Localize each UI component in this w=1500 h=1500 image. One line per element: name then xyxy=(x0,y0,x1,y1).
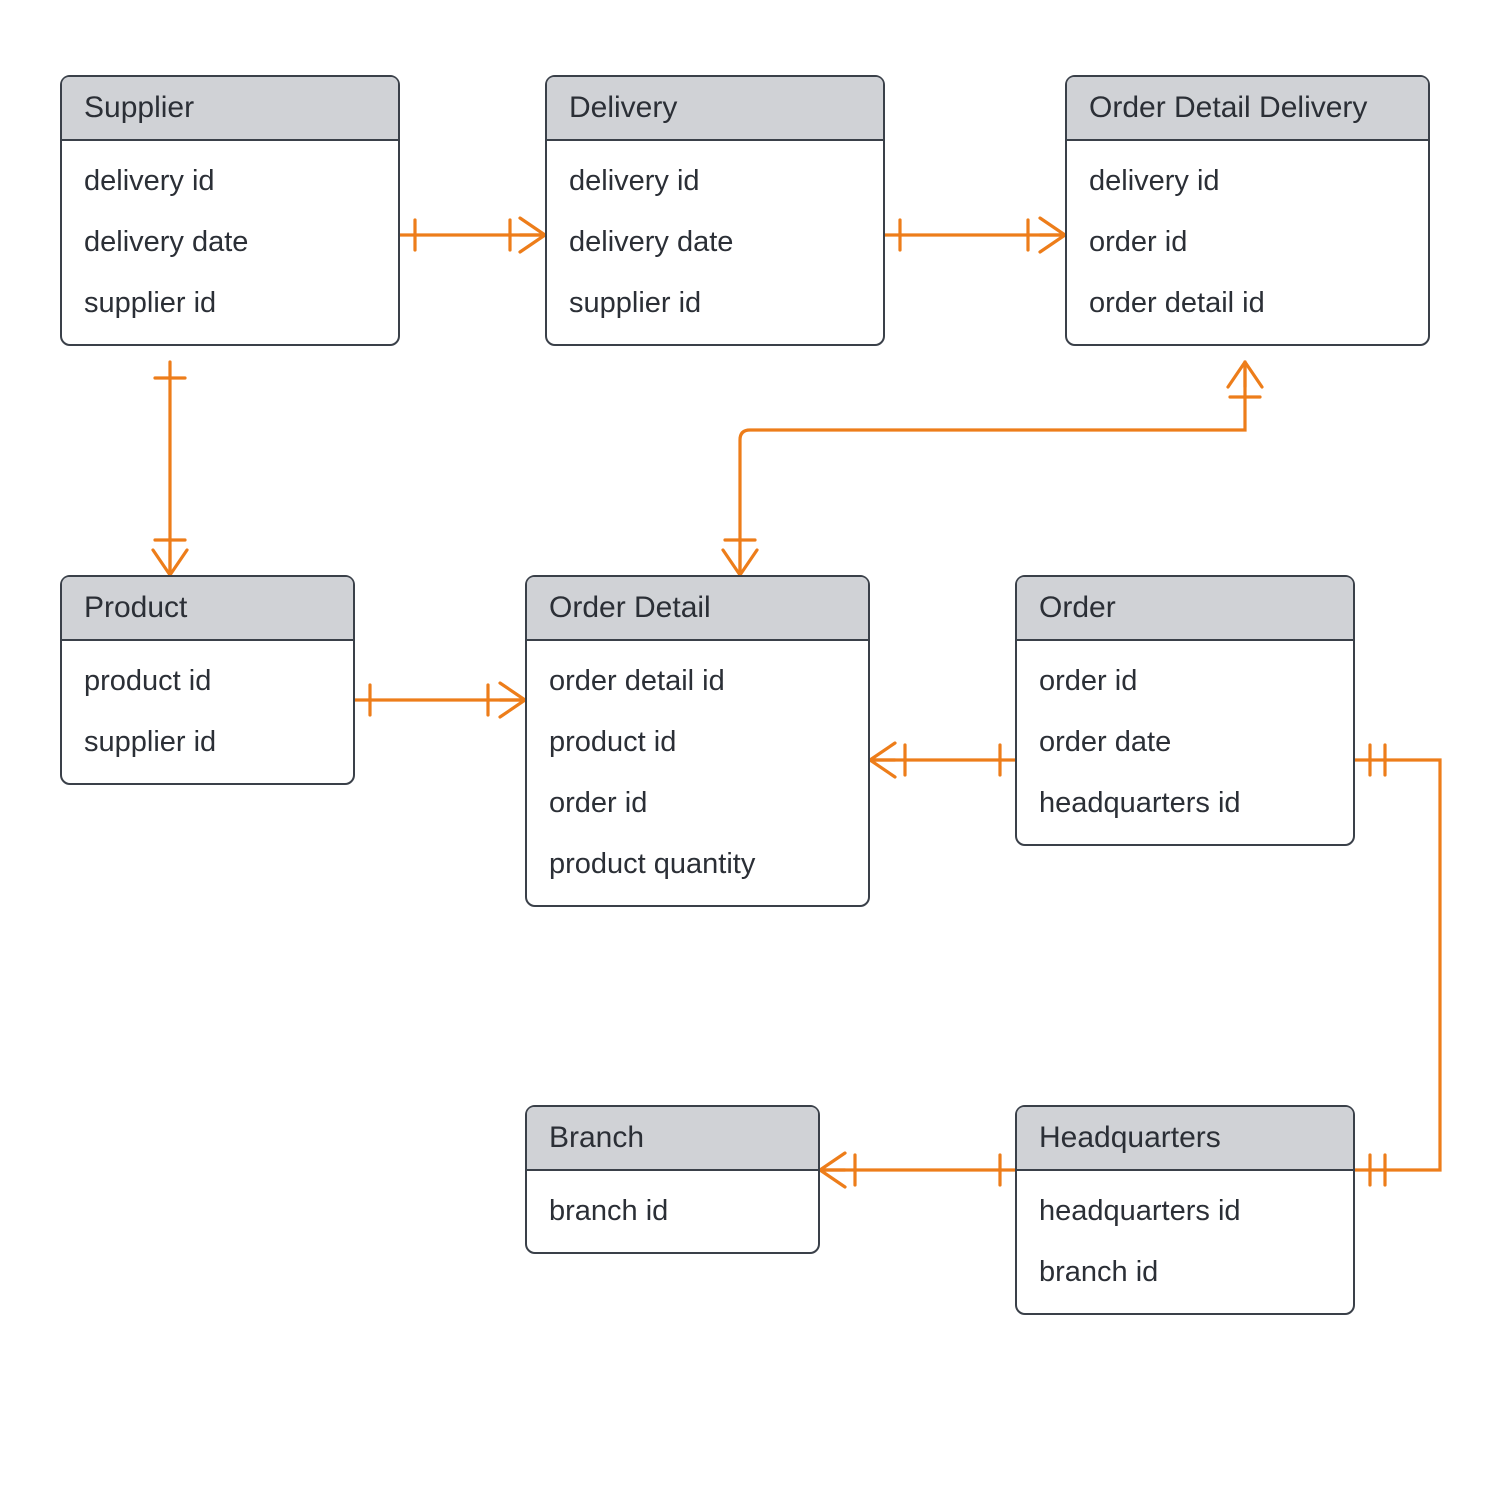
attr: supplier id xyxy=(62,273,398,334)
entity-attrs: headquarters id branch id xyxy=(1017,1171,1353,1313)
entity-title: Headquarters xyxy=(1017,1107,1353,1171)
entity-attrs: delivery id delivery date supplier id xyxy=(62,141,398,344)
entity-attrs: order detail id product id order id prod… xyxy=(527,641,868,905)
entity-branch[interactable]: Branch branch id xyxy=(525,1105,820,1254)
entity-title: Supplier xyxy=(62,77,398,141)
attr: order id xyxy=(1017,651,1353,712)
entity-title: Delivery xyxy=(547,77,883,141)
attr: delivery id xyxy=(1067,151,1428,212)
entity-headquarters[interactable]: Headquarters headquarters id branch id xyxy=(1015,1105,1355,1315)
er-diagram: Supplier delivery id delivery date suppl… xyxy=(0,0,1500,1500)
attr: product id xyxy=(62,651,353,712)
entity-supplier[interactable]: Supplier delivery id delivery date suppl… xyxy=(60,75,400,346)
entity-attrs: delivery id order id order detail id xyxy=(1067,141,1428,344)
attr: supplier id xyxy=(547,273,883,334)
attr: order detail id xyxy=(1067,273,1428,334)
attr: delivery date xyxy=(62,212,398,273)
attr: order id xyxy=(1067,212,1428,273)
attr: delivery id xyxy=(547,151,883,212)
entity-title: Order xyxy=(1017,577,1353,641)
entity-product[interactable]: Product product id supplier id xyxy=(60,575,355,785)
entity-attrs: product id supplier id xyxy=(62,641,353,783)
entity-attrs: delivery id delivery date supplier id xyxy=(547,141,883,344)
attr: order date xyxy=(1017,712,1353,773)
entity-title: Product xyxy=(62,577,353,641)
entity-order-detail[interactable]: Order Detail order detail id product id … xyxy=(525,575,870,907)
entity-delivery[interactable]: Delivery delivery id delivery date suppl… xyxy=(545,75,885,346)
attr: branch id xyxy=(1017,1242,1353,1303)
entity-title: Branch xyxy=(527,1107,818,1171)
attr: supplier id xyxy=(62,712,353,773)
entity-attrs: branch id xyxy=(527,1171,818,1252)
rel-order-hq xyxy=(1355,760,1440,1170)
entity-order[interactable]: Order order id order date headquarters i… xyxy=(1015,575,1355,846)
attr: order id xyxy=(527,773,868,834)
entity-attrs: order id order date headquarters id xyxy=(1017,641,1353,844)
entity-order-detail-delivery[interactable]: Order Detail Delivery delivery id order … xyxy=(1065,75,1430,346)
rel-od-odd xyxy=(740,362,1245,575)
attr: headquarters id xyxy=(1017,773,1353,834)
attr: delivery date xyxy=(547,212,883,273)
attr: order detail id xyxy=(527,651,868,712)
entity-title: Order Detail Delivery xyxy=(1067,77,1428,141)
attr: product id xyxy=(527,712,868,773)
attr: product quantity xyxy=(527,834,868,895)
entity-title: Order Detail xyxy=(527,577,868,641)
attr: delivery id xyxy=(62,151,398,212)
attr: headquarters id xyxy=(1017,1181,1353,1242)
attr: branch id xyxy=(527,1181,818,1242)
